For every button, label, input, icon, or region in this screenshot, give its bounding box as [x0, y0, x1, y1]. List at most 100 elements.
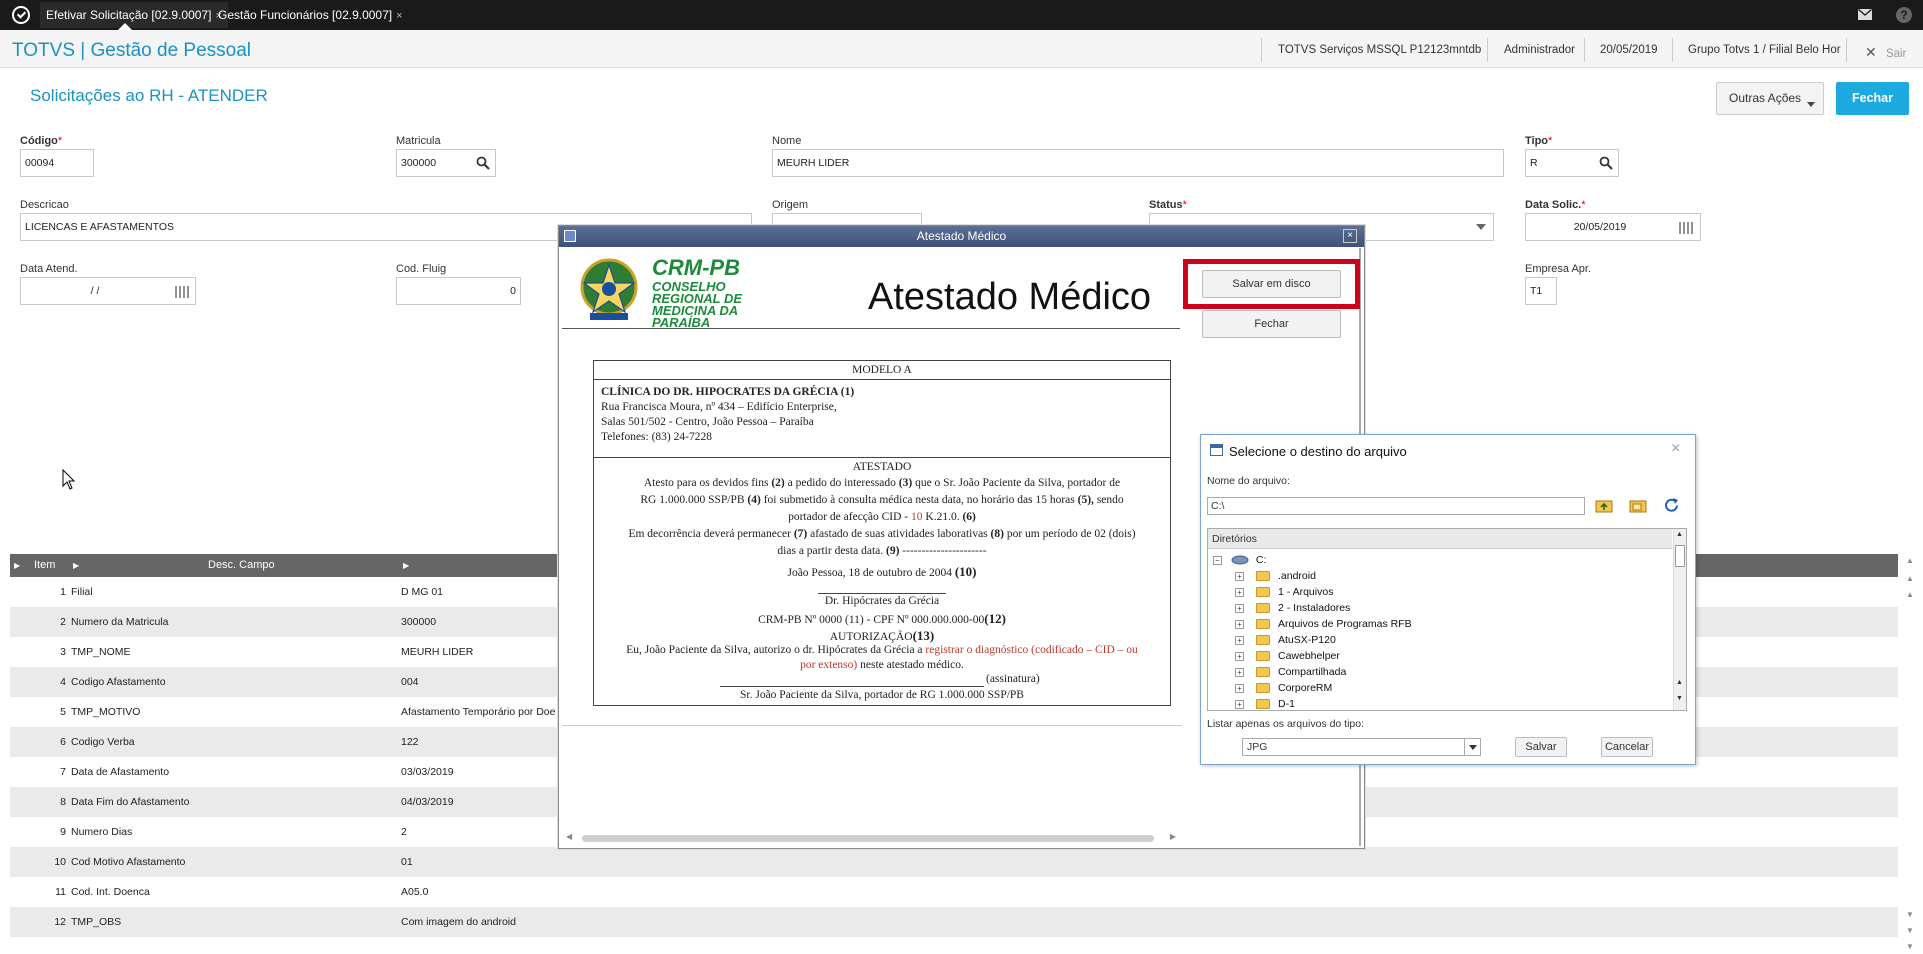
close-icon: ✕: [1865, 44, 1877, 60]
file-dialog-close-button[interactable]: ×: [1671, 440, 1680, 458]
table-row[interactable]: 11 Cod. Int. Doenca A05.0: [10, 877, 1898, 907]
expand-icon[interactable]: +: [1235, 635, 1244, 645]
atestado-fechar-button[interactable]: Fechar: [1202, 310, 1341, 338]
outras-acoes-button[interactable]: Outras Ações: [1716, 82, 1824, 115]
refresh-icon[interactable]: [1663, 497, 1680, 514]
search-icon[interactable]: [476, 156, 490, 170]
cancelar-button[interactable]: Cancelar: [1601, 737, 1653, 757]
tree-folder-item[interactable]: + AtuSX-P120: [1235, 632, 1336, 648]
nome-field[interactable]: MEURH LIDER: [772, 149, 1504, 177]
nome-arquivo-label: Nome do arquivo:: [1207, 475, 1290, 487]
tab-close-icon[interactable]: ×: [396, 10, 402, 22]
atestado-dialog-title: Atestado Médico: [559, 226, 1364, 247]
tree-folder-item[interactable]: + Cawebhelper: [1235, 648, 1340, 664]
row-desc-campo: Cod Motivo Afastamento: [71, 856, 186, 868]
totvs-logo-icon[interactable]: [12, 6, 30, 24]
grid-scrollbar[interactable]: ▲ ▲ ▲ ▼ ▼ ▼: [1902, 554, 1918, 954]
empresa-apr-field[interactable]: T1: [1525, 277, 1557, 305]
mail-icon[interactable]: [1858, 9, 1872, 20]
tree-scrollbar[interactable]: ▲ ▲ ▼: [1673, 529, 1686, 710]
expand-icon[interactable]: +: [1235, 571, 1244, 581]
expand-icon[interactable]: +: [1235, 651, 1244, 661]
row-desc-campo: Numero Dias: [71, 826, 133, 838]
tree-folder-item[interactable]: + Compartilhada: [1235, 664, 1346, 680]
folder-label: Arquivos de Programas RFB: [1278, 618, 1412, 630]
atestado-paragraph: Em decorrência deverá permanecer (7) afa…: [628, 528, 1136, 540]
exit-label: Sair: [1885, 48, 1907, 60]
codigo-field[interactable]: 00094: [20, 149, 94, 177]
data-atend-field[interactable]: / /: [20, 277, 196, 305]
tree-folder-item[interactable]: + .android: [1235, 568, 1316, 584]
tree-folder-item[interactable]: + D-1: [1235, 696, 1295, 712]
new-folder-icon[interactable]: [1629, 498, 1647, 513]
row-value: MEURH LIDER: [401, 646, 474, 658]
document-horizontal-scrollbar[interactable]: ◀ ▶: [562, 830, 1182, 846]
expand-icon[interactable]: +: [1235, 619, 1244, 629]
file-type-value: JPG: [1247, 741, 1268, 753]
tab-efetivar-solicitacao[interactable]: Efetivar Solicitação [02.9.0007] ×: [40, 2, 228, 28]
fechar-button[interactable]: Fechar: [1836, 82, 1909, 115]
tab-label: Efetivar Solicitação [02.9.0007]: [46, 8, 212, 22]
data-solic-field[interactable]: 20/05/2019: [1525, 213, 1701, 241]
salvar-button[interactable]: Salvar: [1515, 737, 1567, 757]
outras-acoes-label: Outras Ações: [1729, 91, 1802, 105]
expand-icon[interactable]: +: [1235, 683, 1244, 693]
row-item-number: 12: [54, 916, 66, 928]
expand-icon[interactable]: +: [1235, 699, 1244, 709]
table-row[interactable]: 12 TMP_OBS Com imagem do android: [10, 907, 1898, 937]
row-value: Com imagem do android: [401, 916, 516, 928]
clinica-telefones: Telefones: (83) 24-7228: [601, 431, 712, 443]
atestado-paragraph: dias a partir desta data. (9) ----------…: [777, 545, 987, 557]
folder-icon: [1256, 571, 1270, 582]
tree-folder-item[interactable]: + CorporeRM: [1235, 680, 1332, 696]
file-name-input[interactable]: C:\: [1207, 497, 1585, 515]
cod-fluig-field[interactable]: 0: [396, 277, 521, 305]
calendar-icon[interactable]: [1679, 222, 1693, 234]
header-divider: [1672, 38, 1673, 62]
crm-logo: CRM-PB CONSELHO REGIONAL DE MEDICINA DA …: [652, 255, 742, 329]
row-value: 03/03/2019: [401, 766, 454, 778]
folder-label: D-1: [1278, 698, 1295, 710]
row-desc-campo: TMP_OBS: [71, 916, 122, 928]
tree-folder-item[interactable]: + Arquivos de Programas RFB: [1235, 616, 1412, 632]
expand-icon[interactable]: +: [1235, 603, 1244, 613]
mouse-cursor-icon: [62, 469, 76, 490]
folder-up-icon[interactable]: [1595, 498, 1613, 513]
tree-root-drive[interactable]: − C:: [1213, 552, 1266, 568]
help-icon[interactable]: ?: [1896, 7, 1912, 23]
expand-icon[interactable]: +: [1235, 587, 1244, 597]
file-type-select[interactable]: JPG: [1242, 738, 1481, 756]
clinica-endereco1: Rua Francisca Moura, nº 434 – Edifício E…: [601, 401, 837, 413]
row-desc-campo: TMP_MOTIVO: [71, 706, 141, 718]
exit-button[interactable]: ✕ Sair: [1865, 44, 1906, 61]
tree-folder-item[interactable]: +1 - Arquivos: [1235, 584, 1333, 600]
signature-line: [818, 593, 946, 594]
chevron-down-icon: [1464, 739, 1480, 755]
column-menu-icon[interactable]: ▶: [14, 561, 20, 570]
row-desc-campo: Numero da Matricula: [71, 616, 169, 628]
row-value: 300000: [401, 616, 437, 628]
folder-label: AtuSX-P120: [1278, 634, 1336, 646]
cod-fluig-label: Cod. Fluig: [396, 263, 447, 275]
clinica-endereco2: Salas 501/502 - Centro, João Pessoa – Pa…: [601, 416, 814, 428]
dialog-close-button[interactable]: ×: [1343, 229, 1357, 243]
column-header-desc-campo[interactable]: Desc. Campo: [208, 559, 275, 571]
collapse-icon[interactable]: −: [1213, 555, 1222, 565]
folder-label: 1 - Arquivos: [1278, 586, 1334, 598]
search-icon[interactable]: [1599, 156, 1613, 170]
tab-gestao-funcionarios[interactable]: Gestão Funcionários [02.9.0007] ×: [212, 2, 409, 28]
chevron-down-icon: [1807, 102, 1815, 107]
atestado-heading: ATESTADO: [852, 461, 912, 473]
tree-folder-item[interactable]: +2 - Instaladores: [1235, 600, 1350, 616]
column-menu-icon[interactable]: ▶: [73, 561, 79, 570]
column-menu-icon[interactable]: ▶: [403, 561, 409, 570]
row-desc-campo: Cod. Int. Doenca: [71, 886, 150, 898]
row-desc-campo: Filial: [71, 586, 93, 598]
tipo-label: Tipo*: [1525, 135, 1553, 147]
column-header-item[interactable]: Item: [34, 559, 55, 571]
row-desc-campo: Data de Afastamento: [71, 766, 170, 778]
expand-icon[interactable]: +: [1235, 667, 1244, 677]
table-row[interactable]: 10 Cod Motivo Afastamento 01: [10, 847, 1898, 877]
calendar-icon[interactable]: [175, 286, 189, 298]
atestado-paragraph: RG 1.000.000 SSP/PB (4) foi submetido à …: [640, 494, 1124, 506]
